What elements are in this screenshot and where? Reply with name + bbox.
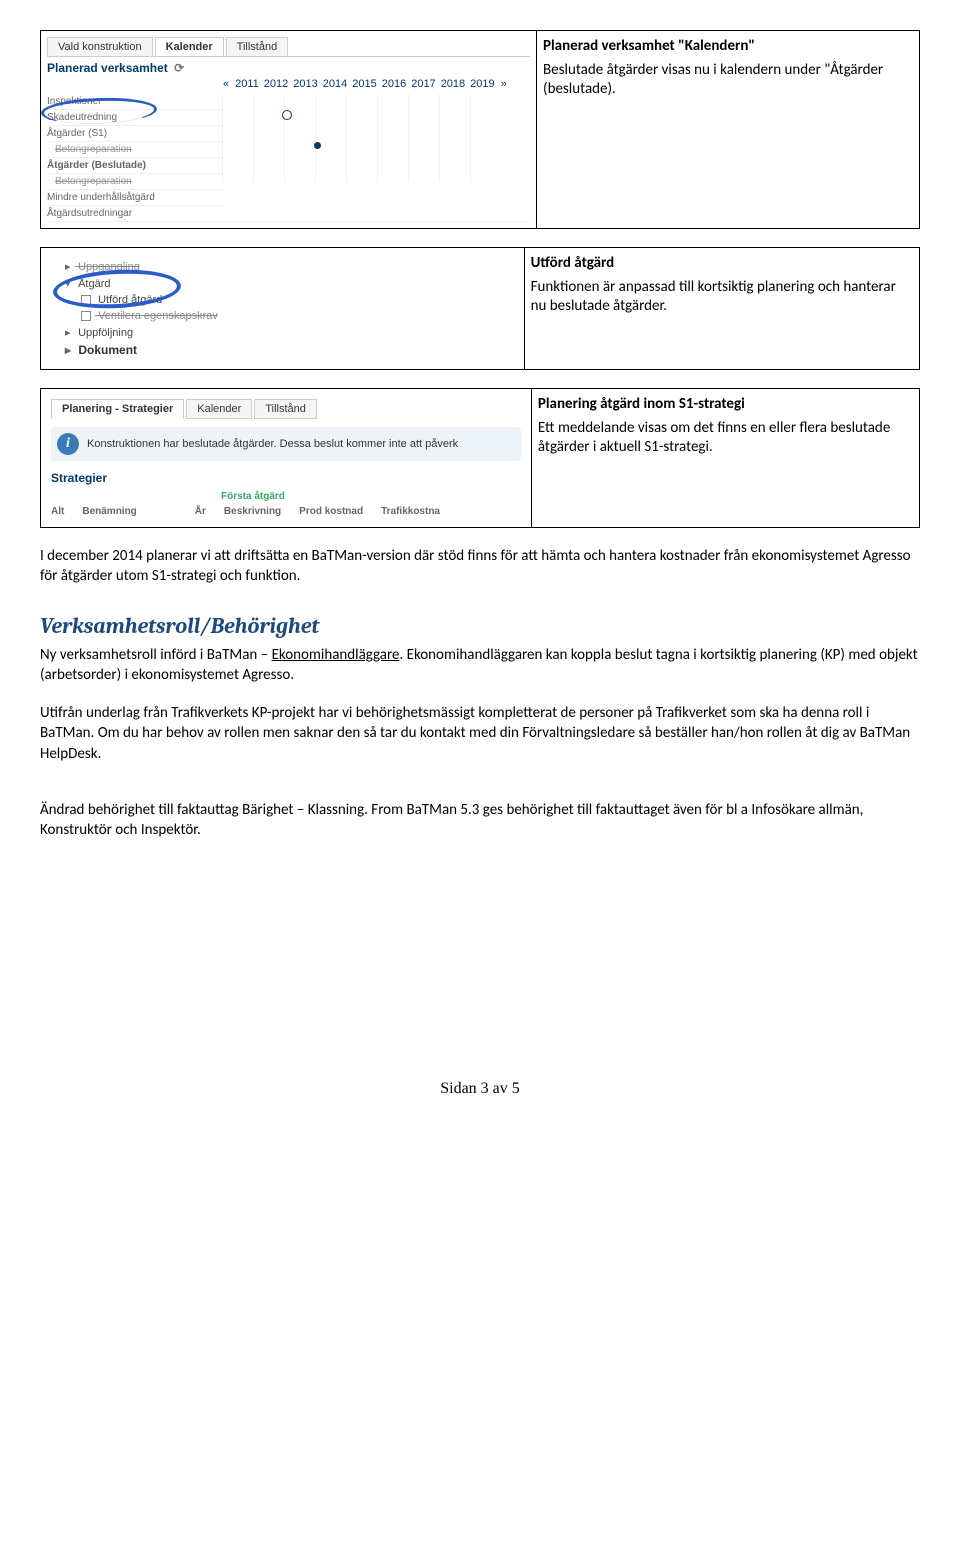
- info-text: Konstruktionen har beslutade åtgärder. D…: [87, 438, 458, 450]
- row-3-body: Ett meddelande visas om det finns en ell…: [538, 419, 913, 458]
- row-label: Åtgärder (S1): [47, 126, 222, 142]
- subheading: Första åtgärd: [221, 491, 521, 502]
- tab-vald-konstruktion[interactable]: Vald konstruktion: [47, 37, 153, 56]
- year[interactable]: 2011: [235, 78, 259, 90]
- tab-tillstand[interactable]: Tillstånd: [254, 399, 317, 419]
- calendar-grid: Inspektioner Skadeutredning Åtgärder (S1…: [47, 94, 530, 222]
- row-2-table: ▸ Uppgangling ▾ Åtgärd Utförd åtgärd Ven…: [40, 247, 920, 370]
- row-2-body: Funktionen är anpassad till kortsiktig p…: [531, 278, 913, 317]
- page-footer: Sidan 3 av 5: [40, 1080, 920, 1098]
- row-1-screenshot-cell: Vald konstruktion Kalender Tillstånd Pla…: [41, 31, 537, 229]
- row-2-text-cell: Utförd åtgärd Funktionen är anpassad til…: [524, 248, 919, 370]
- tab-kalender[interactable]: Kalender: [155, 37, 224, 56]
- paragraph-3: Utifrån underlag från Trafikverkets KP-p…: [40, 703, 920, 764]
- row-1-text-cell: Planerad verksamhet "Kalendern" Beslutad…: [537, 31, 920, 229]
- refresh-icon[interactable]: ⟳: [174, 61, 184, 75]
- row-2-title: Utförd åtgärd: [531, 254, 615, 272]
- col-header: År: [195, 506, 206, 517]
- year-next[interactable]: »: [501, 78, 507, 90]
- column-headers: Alt Benämning År Beskrivning Prod kostna…: [51, 506, 521, 517]
- row-label-sub: Betongreparation: [47, 142, 222, 158]
- row-label-sub: Betongreparation: [47, 174, 222, 190]
- row-label-beslutade: Åtgärder (Beslutade): [47, 158, 222, 174]
- tree-item[interactable]: ▸ Uppföljning: [51, 324, 514, 341]
- col-header: Trafikkostna: [381, 506, 440, 517]
- year[interactable]: 2018: [441, 78, 465, 90]
- year[interactable]: 2019: [470, 78, 494, 90]
- year[interactable]: 2016: [382, 78, 406, 90]
- row-1-title: Planerad verksamhet "Kalendern": [543, 37, 755, 55]
- tab-planering-strategier[interactable]: Planering - Strategier: [51, 399, 184, 419]
- tree-item-dokument[interactable]: ▸ Dokument: [51, 341, 514, 359]
- chevron-right-icon: ▸: [65, 326, 75, 339]
- year[interactable]: 2017: [411, 78, 435, 90]
- col-header: Alt: [51, 506, 64, 517]
- row-label: Mindre underhållsåtgärd: [47, 190, 222, 206]
- year-nav: « 2011 2012 2013 2014 2015 2016 2017 201…: [223, 78, 530, 90]
- section-heading-verksamhetsroll: Verksamhetsroll/Behörighet: [40, 613, 920, 639]
- paragraph-2: Ny verksamhetsroll införd i BaTMan – Eko…: [40, 645, 920, 686]
- year-prev[interactable]: «: [223, 78, 229, 90]
- strategier-heading: Strategier: [51, 471, 521, 485]
- chevron-right-icon: ▸: [65, 260, 75, 273]
- tab-tillstand[interactable]: Tillstånd: [226, 37, 289, 56]
- tab-kalender[interactable]: Kalender: [186, 399, 252, 419]
- screenshot-1: Vald konstruktion Kalender Tillstånd Pla…: [47, 37, 530, 222]
- screenshot-2: ▸ Uppgangling ▾ Åtgärd Utförd åtgärd Ven…: [47, 254, 518, 363]
- chevron-right-icon: ▸: [65, 343, 75, 357]
- info-icon: i: [57, 433, 79, 455]
- row-3-title: Planering åtgärd inom S1-strategi: [538, 395, 745, 413]
- row-3-table: Planering - Strategier Kalender Tillstån…: [40, 388, 920, 528]
- paragraph-4: Ändrad behörighet till faktauttag Bärigh…: [40, 800, 920, 841]
- paragraph-1: I december 2014 planerar vi att driftsät…: [40, 546, 920, 587]
- col-header: Prod kostnad: [299, 506, 363, 517]
- row-label: Åtgärdsutredningar: [47, 206, 222, 222]
- marker-open-icon: [282, 110, 292, 120]
- info-message: i Konstruktionen har beslutade åtgärder.…: [51, 427, 521, 461]
- planerad-verksamhet-heading: Planerad verksamhet ⟳: [47, 61, 530, 75]
- row-1-table: Vald konstruktion Kalender Tillstånd Pla…: [40, 30, 920, 229]
- marker-filled-icon: [314, 142, 321, 149]
- row-1-body: Beslutade åtgärder visas nu i kalendern …: [543, 61, 913, 100]
- row-3-text-cell: Planering åtgärd inom S1-strategi Ett me…: [531, 389, 919, 528]
- col-header: Benämning: [82, 506, 136, 517]
- row-3-screenshot-cell: Planering - Strategier Kalender Tillstån…: [41, 389, 532, 528]
- col-header: Beskrivning: [224, 506, 281, 517]
- tabs-row: Planering - Strategier Kalender Tillstån…: [51, 399, 521, 419]
- row-2-screenshot-cell: ▸ Uppgangling ▾ Åtgärd Utförd åtgärd Ven…: [41, 248, 525, 370]
- tabs-row: Vald konstruktion Kalender Tillstånd: [47, 37, 530, 57]
- year[interactable]: 2015: [352, 78, 376, 90]
- year[interactable]: 2014: [323, 78, 347, 90]
- tree-item[interactable]: Ventilera egenskapskrav: [51, 308, 514, 324]
- year[interactable]: 2012: [264, 78, 288, 90]
- screenshot-3: Planering - Strategier Kalender Tillstån…: [47, 395, 525, 521]
- document-icon: [81, 311, 91, 321]
- year[interactable]: 2013: [293, 78, 317, 90]
